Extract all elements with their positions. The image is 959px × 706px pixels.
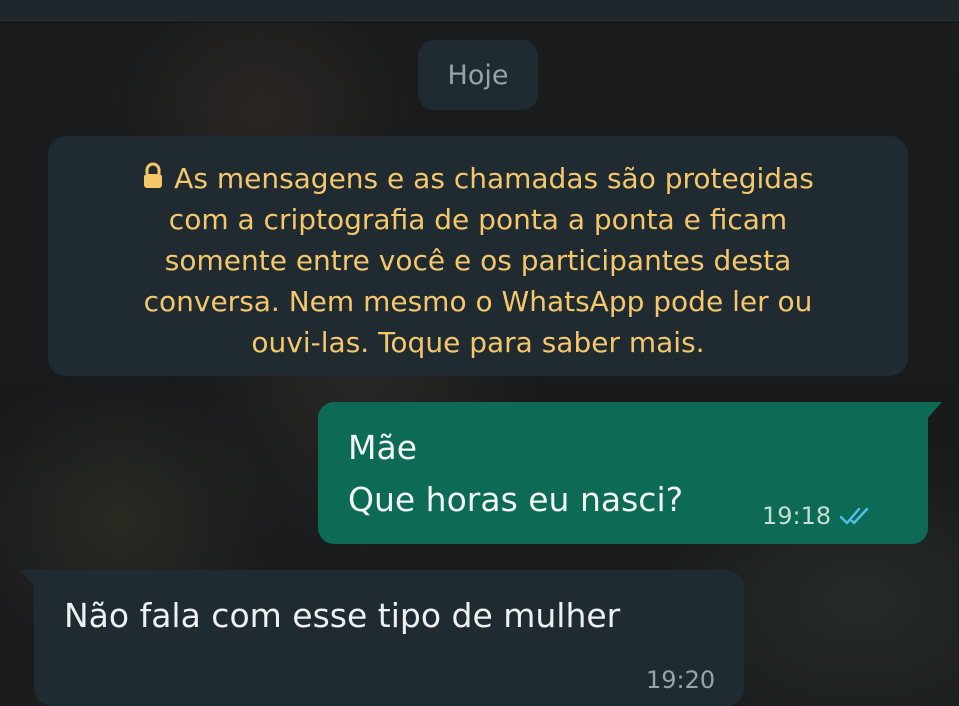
double-check-icon: [839, 507, 869, 525]
outgoing-message-time: 19:18: [762, 502, 832, 530]
date-chip-label: Hoje: [447, 59, 509, 91]
encryption-notice-line-5: ouvi-las. Toque para saber mais.: [251, 326, 705, 359]
outgoing-message-bubble[interactable]: Mãe Que horas eu nasci? 19:18: [318, 402, 942, 544]
encryption-notice-line-1: As mensagens e as chamadas são protegida…: [78, 158, 878, 199]
encryption-notice-line-4: conversa. Nem mesmo o WhatsApp pode ler …: [143, 285, 813, 318]
incoming-bubble-tail: [20, 570, 36, 588]
outgoing-bubble-tail: [926, 402, 942, 420]
encryption-notice-line-2: com a criptografia de ponta a ponta e fi…: [168, 203, 788, 236]
outgoing-message-line-1: Mãe: [348, 428, 417, 467]
encryption-notice-line-3: somente entre você e os participantes de…: [164, 244, 792, 277]
lock-icon: [144, 162, 163, 188]
outgoing-message-line-2: Que horas eu nasci?: [348, 480, 684, 519]
incoming-message-time: 19:20: [646, 666, 716, 694]
encryption-notice[interactable]: As mensagens e as chamadas são protegida…: [48, 136, 908, 376]
date-chip: Hoje: [418, 40, 538, 110]
chat-header-bar: [0, 0, 959, 23]
outgoing-message-meta: 19:18: [762, 502, 871, 530]
incoming-message-bubble[interactable]: Não fala com esse tipo de mulher 19:20: [20, 570, 744, 706]
incoming-message-text: Não fala com esse tipo de mulher: [64, 596, 621, 635]
encryption-notice-text-1: As mensagens e as chamadas são protegida…: [174, 162, 814, 195]
